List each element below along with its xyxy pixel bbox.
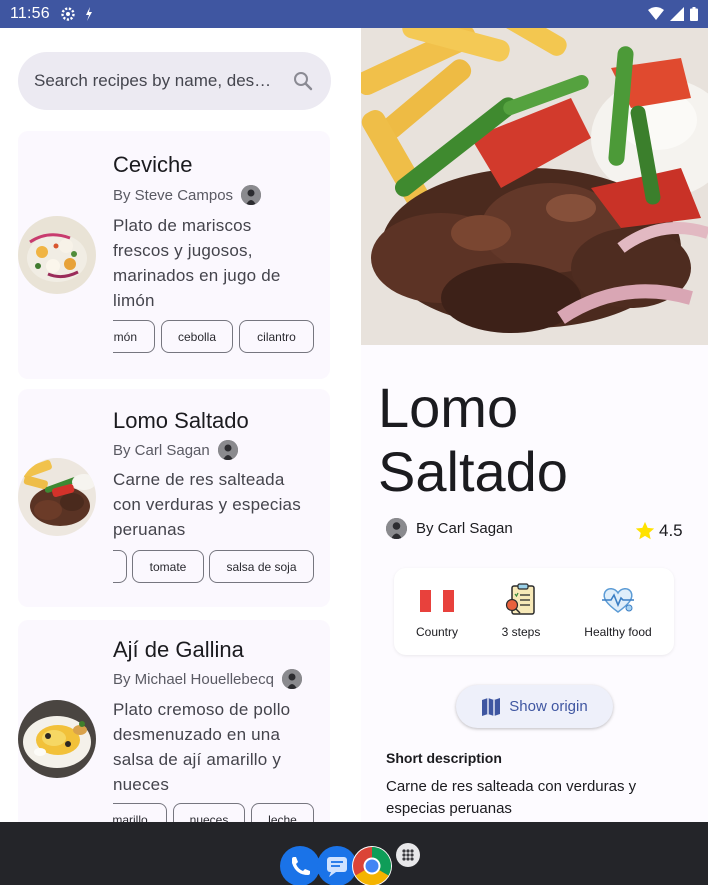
recipe-title: Lomo Saltado — [113, 408, 249, 433]
ingredient-chip[interactable]: marillo — [113, 803, 167, 822]
detail-author[interactable]: By Carl Sagan — [386, 518, 513, 539]
status-bar: 11:56 — [0, 0, 708, 28]
phone-app-icon[interactable] — [280, 846, 320, 885]
status-icons-right — [648, 7, 698, 21]
ingredient-chip[interactable]: cebolla — [161, 320, 233, 353]
recipe-title: Ají de Gallina — [113, 637, 244, 662]
info-label-steps: 3 steps — [501, 625, 541, 639]
recipe-description: Plato cremoso de pollo desmenuzado en un… — [113, 700, 291, 794]
healthy-heart-icon — [602, 588, 634, 613]
recipe-list-pane[interactable]: Search recipes by name, des… Ceviche By … — [0, 28, 360, 822]
recipe-detail-title: Lomo Saltado — [378, 376, 568, 504]
ingredient-chip[interactable]: tomate — [132, 550, 204, 583]
navigation-bar — [0, 822, 708, 885]
ingredient-chip[interactable] — [113, 550, 127, 583]
star-icon — [635, 521, 655, 540]
recipe-description: Carne de res salteada con verduras y esp… — [113, 470, 301, 539]
aji-de-gallina-image — [18, 700, 96, 778]
app-screen: 11:56 Search recipes by name, des… Cevic… — [0, 0, 708, 885]
battery-icon — [690, 7, 698, 21]
peru-flag-icon — [420, 590, 454, 612]
short-description-heading: Short description — [386, 750, 502, 766]
recipe-card-lomo-saltado[interactable]: Lomo Saltado By Carl Sagan Carne de res … — [18, 389, 330, 607]
recipe-author: By Carl Sagan — [113, 440, 238, 460]
map-icon — [482, 697, 501, 716]
chrome-app-icon[interactable] — [352, 846, 392, 885]
info-label-healthy: Healthy food — [584, 625, 652, 639]
ingredient-chips[interactable]: marillo nueces leche — [113, 803, 330, 822]
messages-app-icon[interactable] — [317, 846, 357, 885]
search-icon[interactable] — [291, 69, 315, 93]
recipe-hero-image — [361, 28, 708, 345]
author-avatar — [386, 518, 407, 539]
ingredient-chips[interactable]: tomate salsa de soja — [113, 550, 330, 584]
settings-gear-icon — [61, 7, 75, 21]
wifi-icon — [648, 7, 664, 20]
rating: 4.5 — [634, 520, 683, 542]
show-origin-button[interactable]: Show origin — [456, 685, 613, 728]
ingredient-chip[interactable]: imón — [113, 320, 155, 353]
author-avatar — [241, 185, 262, 205]
recipe-info-card: Country 3 steps Healthy food — [394, 568, 674, 655]
recipe-description: Plato de mariscos frescos y jugosos, mar… — [113, 216, 281, 310]
ingredient-chip[interactable]: salsa de soja — [209, 550, 314, 583]
recipe-title: Ceviche — [113, 152, 193, 177]
recipe-card-ceviche[interactable]: Ceviche By Steve Campos Plato de marisco… — [18, 131, 330, 379]
recipe-author: By Steve Campos — [113, 185, 262, 205]
status-time: 11:56 — [10, 5, 50, 22]
info-country[interactable]: Country — [394, 568, 480, 655]
recipe-author-name: By Michael Houellebecq — [113, 670, 274, 688]
recipe-author-name: By Carl Sagan — [113, 441, 210, 459]
search-input[interactable]: Search recipes by name, des… — [34, 71, 283, 91]
detail-author-name: By Carl Sagan — [416, 520, 513, 537]
recipe-author: By Michael Houellebecq — [113, 669, 302, 689]
search-bar[interactable]: Search recipes by name, des… — [18, 52, 331, 110]
show-origin-label: Show origin — [509, 698, 588, 715]
recipe-card-aji-de-gallina[interactable]: Ají de Gallina By Michael Houellebecq Pl… — [18, 620, 330, 822]
title-line-2: Saltado — [378, 440, 568, 503]
ingredient-chips[interactable]: imón cebolla cilantro — [113, 320, 330, 354]
recipe-detail-pane[interactable]: Lomo Saltado By Carl Sagan 4.5 Country 3… — [361, 28, 708, 822]
status-icons-left — [60, 6, 94, 22]
title-line-1: Lomo — [378, 376, 519, 439]
rating-value: 4.5 — [659, 521, 683, 540]
short-description-text: Carne de res salteada con verduras y esp… — [386, 778, 637, 817]
recipe-steps-icon — [505, 583, 535, 615]
author-avatar — [281, 669, 302, 689]
ingredient-chip[interactable]: cilantro — [239, 320, 314, 353]
data-saver-icon — [85, 7, 92, 21]
ceviche-image — [18, 216, 96, 294]
recipe-author-name: By Steve Campos — [113, 186, 234, 204]
signal-icon — [670, 7, 684, 21]
info-steps[interactable]: 3 steps — [480, 568, 562, 655]
author-avatar — [217, 440, 238, 460]
lomo-saltado-image — [18, 458, 96, 536]
app-drawer-icon[interactable] — [396, 843, 420, 867]
info-label-country: Country — [415, 625, 459, 639]
info-healthy[interactable]: Healthy food — [562, 568, 674, 655]
ingredient-chip[interactable]: nueces — [173, 803, 245, 822]
ingredient-chip[interactable]: leche — [251, 803, 314, 822]
